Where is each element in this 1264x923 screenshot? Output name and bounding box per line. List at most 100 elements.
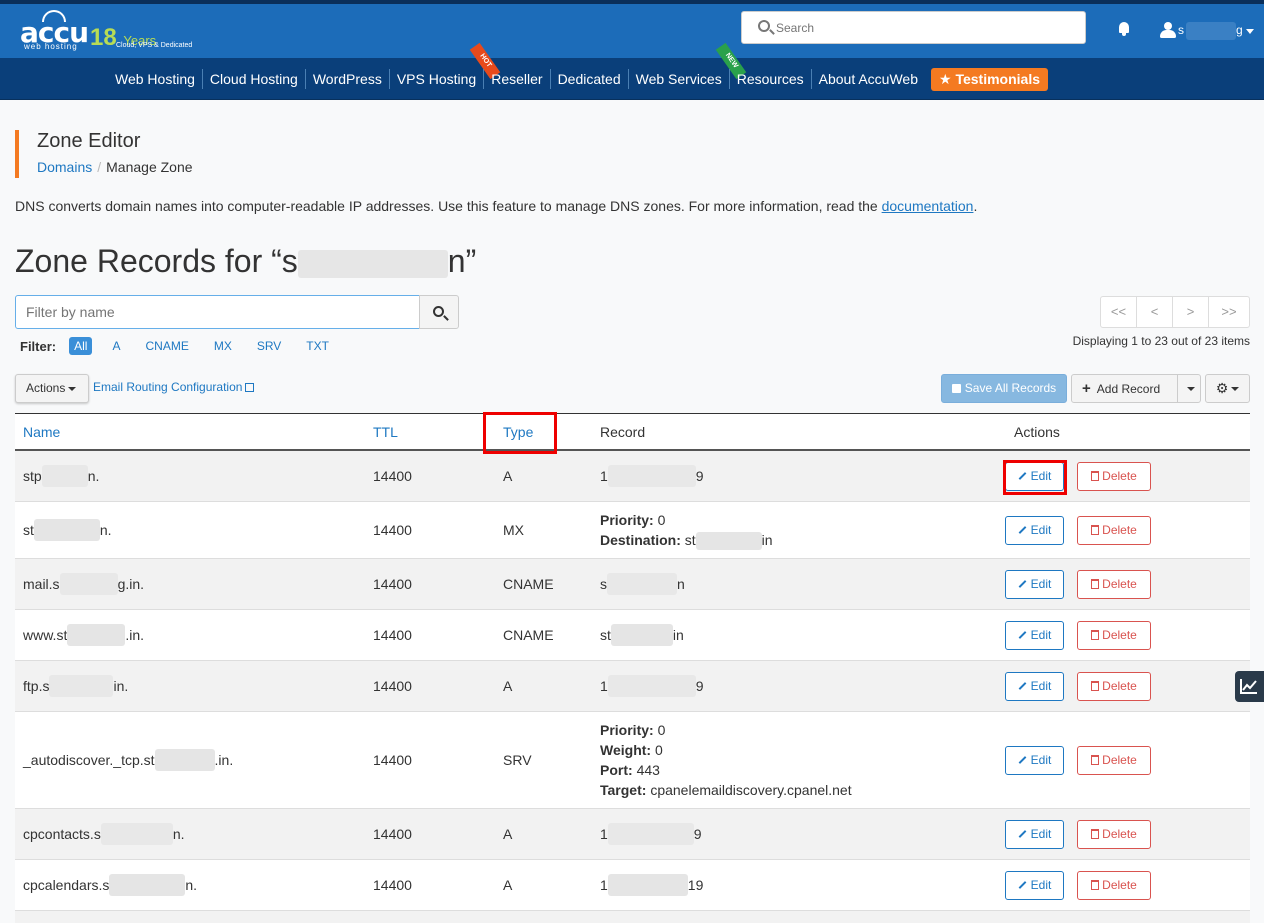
- logo-years-number: 18: [90, 24, 117, 51]
- table-row-partial: [15, 911, 1250, 923]
- nav-about[interactable]: About AccuWeb: [810, 69, 925, 89]
- edit-button[interactable]: Edit: [1005, 820, 1064, 849]
- edit-button[interactable]: Edit: [1005, 621, 1064, 650]
- main-nav: Web Hosting Cloud Hosting WordPress VPS …: [0, 42, 1264, 100]
- actions-dropdown-button[interactable]: Actions: [15, 374, 89, 403]
- record-name-end: .in.: [214, 752, 234, 768]
- pencil-icon: [1018, 881, 1027, 889]
- delete-button[interactable]: Delete: [1077, 746, 1151, 775]
- filter-all[interactable]: All: [69, 337, 93, 355]
- edit-button[interactable]: Edit: [1005, 871, 1064, 900]
- record-value-start: 1: [600, 877, 608, 893]
- redacted: [607, 675, 696, 697]
- settings-dropdown-button[interactable]: ⚙: [1205, 374, 1250, 403]
- page-first-button[interactable]: <<: [1100, 296, 1137, 328]
- edit-button[interactable]: Edit: [1005, 746, 1064, 775]
- record-name-start: _autodiscover._tcp.st: [23, 752, 155, 768]
- type-filters: Filter: All A CNAME MX SRV TXT: [20, 336, 349, 356]
- notifications-bell-icon[interactable]: [1117, 22, 1131, 36]
- page-last-button[interactable]: >>: [1208, 296, 1250, 328]
- nav-testimonials[interactable]: ★ Testimonials: [931, 67, 1049, 91]
- edit-button[interactable]: Edit: [1005, 672, 1064, 701]
- priority-label: Priority:: [600, 511, 654, 528]
- nav-cloud-hosting[interactable]: Cloud Hosting: [201, 69, 305, 89]
- redacted: [109, 874, 186, 896]
- delete-button[interactable]: Delete: [1077, 621, 1151, 650]
- nav-dedicated[interactable]: Dedicated: [549, 69, 628, 89]
- save-all-records-button[interactable]: Save All Records: [941, 374, 1067, 403]
- stats-side-button[interactable]: [1235, 671, 1264, 702]
- intro-text: DNS converts domain names into computer-…: [15, 198, 977, 214]
- zone-title-start: Zone Records for “s: [15, 243, 298, 279]
- record-value-start: 1: [600, 678, 608, 694]
- record-value-end: 19: [687, 877, 704, 893]
- record-value-end: 9: [695, 678, 704, 694]
- nav-vps-hosting[interactable]: VPS Hosting HOT: [388, 42, 501, 89]
- record-name: ftp.s in.: [23, 661, 128, 711]
- filter-cname[interactable]: CNAME: [140, 337, 193, 355]
- record-value-start: 1: [600, 826, 608, 842]
- add-record-button[interactable]: + Add Record: [1072, 375, 1177, 402]
- nav-reseller[interactable]: Reseller: [483, 69, 549, 89]
- record-name-end: .in.: [125, 627, 145, 643]
- delete-button[interactable]: Delete: [1077, 672, 1151, 701]
- destination-label: Destination:: [600, 531, 681, 548]
- global-search-input[interactable]: [776, 18, 1066, 38]
- priority-value: 0: [657, 722, 666, 738]
- filter-srv[interactable]: SRV: [252, 337, 286, 355]
- global-search[interactable]: [741, 11, 1086, 44]
- page-prev-button[interactable]: <: [1136, 296, 1173, 328]
- filter-a[interactable]: A: [107, 337, 125, 355]
- record-name: cpcalendars.s n.: [23, 860, 197, 910]
- delete-label: Delete: [1102, 628, 1137, 642]
- delete-button[interactable]: Delete: [1077, 462, 1151, 491]
- edit-button[interactable]: Edit: [1005, 570, 1064, 599]
- record-value: Priority: 0 Destination: st in: [600, 502, 773, 558]
- column-name-header[interactable]: Name: [23, 414, 60, 450]
- accuweb-logo[interactable]: accu web hosting 18 Years Cloud, VPS & D…: [20, 10, 200, 54]
- highlight-edit-button: [1003, 460, 1067, 495]
- breadcrumb-domains[interactable]: Domains: [37, 159, 92, 175]
- chevron-down-icon: [1231, 387, 1240, 392]
- column-ttl-header[interactable]: TTL: [373, 414, 398, 450]
- trash-icon: [1091, 880, 1100, 890]
- nav-web-services[interactable]: Web Services NEW: [627, 42, 746, 89]
- email-routing-link[interactable]: Email Routing Configuration: [93, 380, 255, 394]
- delete-button[interactable]: Delete: [1077, 820, 1151, 849]
- documentation-link[interactable]: documentation: [882, 198, 974, 214]
- nav-wordpress[interactable]: WordPress: [304, 69, 389, 89]
- delete-label: Delete: [1102, 827, 1137, 841]
- edit-button[interactable]: Edit: [1005, 516, 1064, 545]
- trash-icon: [1091, 829, 1100, 839]
- delete-button[interactable]: Delete: [1077, 516, 1151, 545]
- plus-icon: +: [1082, 380, 1091, 397]
- add-record-label: Add Record: [1096, 382, 1161, 396]
- srv-priority: Priority: 0: [600, 720, 852, 740]
- redacted: [59, 573, 118, 595]
- filter-txt[interactable]: TXT: [301, 337, 334, 355]
- external-link-icon: [245, 383, 255, 392]
- filter-mx[interactable]: MX: [209, 337, 237, 355]
- edit-label: Edit: [1030, 679, 1052, 693]
- filter-search-button[interactable]: [419, 295, 459, 329]
- pagination: << < > >>: [1100, 296, 1250, 328]
- add-record-dropdown-toggle[interactable]: [1177, 375, 1201, 402]
- delete-label: Delete: [1102, 878, 1137, 892]
- record-name: cpcontacts.s n.: [23, 809, 185, 859]
- star-icon: ★: [939, 70, 952, 87]
- table-row: cpcalendars.s n. 14400 A 1 19 Edit Delete: [15, 860, 1250, 911]
- page-next-button[interactable]: >: [1172, 296, 1209, 328]
- nav-resources[interactable]: Resources: [728, 69, 811, 89]
- pagination-summary: Displaying 1 to 23 out of 23 items: [1072, 334, 1250, 348]
- nav-web-hosting[interactable]: Web Hosting: [108, 69, 202, 89]
- chevron-down-icon: [68, 386, 77, 391]
- delete-button[interactable]: Delete: [1077, 570, 1151, 599]
- breadcrumb: Domains / Manage Zone: [37, 159, 193, 175]
- trash-icon: [1091, 755, 1100, 765]
- filter-by-name-input[interactable]: [15, 295, 420, 329]
- edit-label: Edit: [1030, 753, 1052, 767]
- redacted: [41, 465, 88, 487]
- user-name-start: s: [1178, 23, 1184, 37]
- edit-label: Edit: [1030, 878, 1052, 892]
- delete-button[interactable]: Delete: [1077, 871, 1151, 900]
